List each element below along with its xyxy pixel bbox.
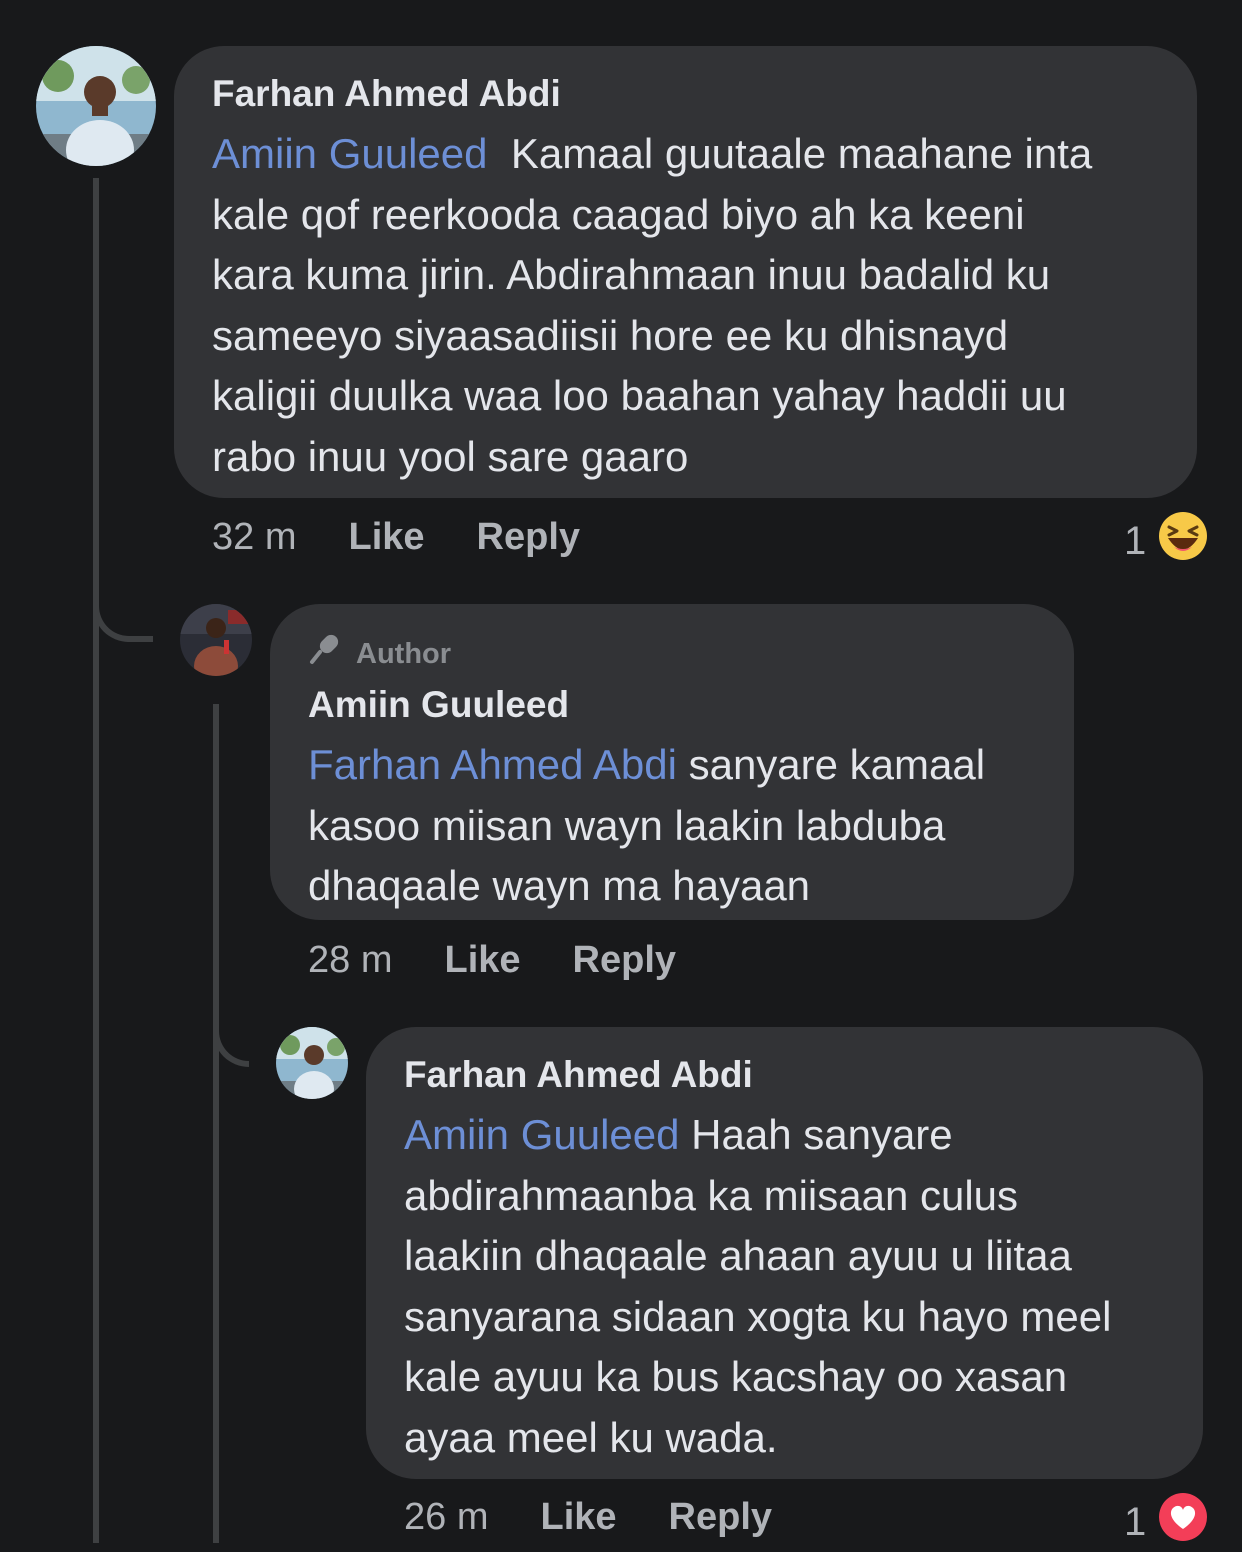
comment-line: laakiin dhaqaale ahaan ayuu u liitaa [404,1232,1072,1279]
avatar-farhan[interactable] [36,46,156,166]
comment-line: sanyare kamaal [688,741,986,788]
comment-line: ayaa meel ku wada. [404,1413,778,1461]
reaction-count: 1 [1124,518,1147,563]
comment-line: sanyarana sidaan xogta ku hayo meel [404,1292,1112,1340]
thread-line-main [93,178,99,1543]
comment-line: kale qof reerkooda caagad biyo ah ka kee… [212,190,1025,238]
comment-line: kara kuma jirin. Abdirahmaan inuu badali… [212,251,1051,298]
like-button[interactable]: Like [444,939,520,982]
mention-link[interactable]: Amiin Guuleed [212,130,487,177]
haha-emoji-icon [1158,511,1208,571]
microphone-icon [308,630,344,677]
comment-text: Farhan Ahmed Abdi sanyare kamaal kasoo m… [308,735,1036,917]
comment-line: kaligii duulka waa loo baahan yahay hadd… [212,372,1067,419]
avatar-farhan[interactable] [276,1027,348,1099]
comment-line: sameeyo siyaasadiisii hore ee ku dhisnay… [212,311,1009,359]
reply-button[interactable]: Reply [477,516,580,559]
comment-bubble: Farhan Ahmed Abdi Amiin Guuleed Kamaal g… [174,46,1197,498]
comment-text: Amiin Guuleed Kamaal guutaale maahane in… [212,124,1159,487]
mention-link[interactable]: Farhan Ahmed Abdi [308,741,677,788]
comment-line: abdirahmaanba ka miisaan culus [404,1171,1019,1219]
like-button[interactable]: Like [348,516,424,559]
mention-link[interactable]: Amiin Guuleed [404,1111,679,1158]
reaction-summary[interactable]: 1 [1124,1492,1208,1552]
author-badge-label: Author [356,637,452,670]
reply-actions: 28 m Like Reply [308,935,728,985]
reply-button[interactable]: Reply [669,1496,772,1539]
comment-author[interactable]: Farhan Ahmed Abdi [404,1053,1165,1097]
comment-line: Kamaal guutaale maahane inta [510,130,1093,177]
avatar-amiin[interactable] [180,604,252,676]
comment-line: Haah sanyare [691,1111,953,1158]
comment-timestamp: 26 m [404,1495,489,1538]
comment-line: kale ayuu ka bus kacshay oo xasan [404,1353,1068,1400]
comment-text: Amiin Guuleed Haah sanyare abdirahmaanba… [404,1105,1165,1468]
comment-line: dhaqaale wayn ma hayaan [308,862,811,909]
thread-line-reply [213,704,219,1543]
reply-bubble: Author Amiin Guuleed Farhan Ahmed Abdi s… [270,604,1074,920]
like-button[interactable]: Like [540,1496,616,1539]
comment-timestamp: 32 m [212,515,297,558]
reaction-count: 1 [1124,1499,1147,1544]
comment-line: rabo inuu yool sare gaaro [212,432,689,480]
comment-author[interactable]: Amiin Guuleed [308,683,1036,727]
comment-timestamp: 28 m [308,938,393,981]
author-badge: Author [308,630,1036,677]
reply-bubble: Farhan Ahmed Abdi Amiin Guuleed Haah san… [366,1027,1203,1479]
reaction-summary[interactable]: 1 [1124,511,1208,571]
comment-actions: 32 m Like Reply [212,512,632,562]
reply-button[interactable]: Reply [573,939,676,982]
comment-author[interactable]: Farhan Ahmed Abdi [212,72,1159,116]
thread-curve-reply-1 [93,560,153,642]
reply-actions: 26 m Like Reply [404,1492,824,1542]
love-heart-icon [1158,1492,1208,1552]
comment-line: kasoo miisan wayn laakin labduba [308,801,946,849]
